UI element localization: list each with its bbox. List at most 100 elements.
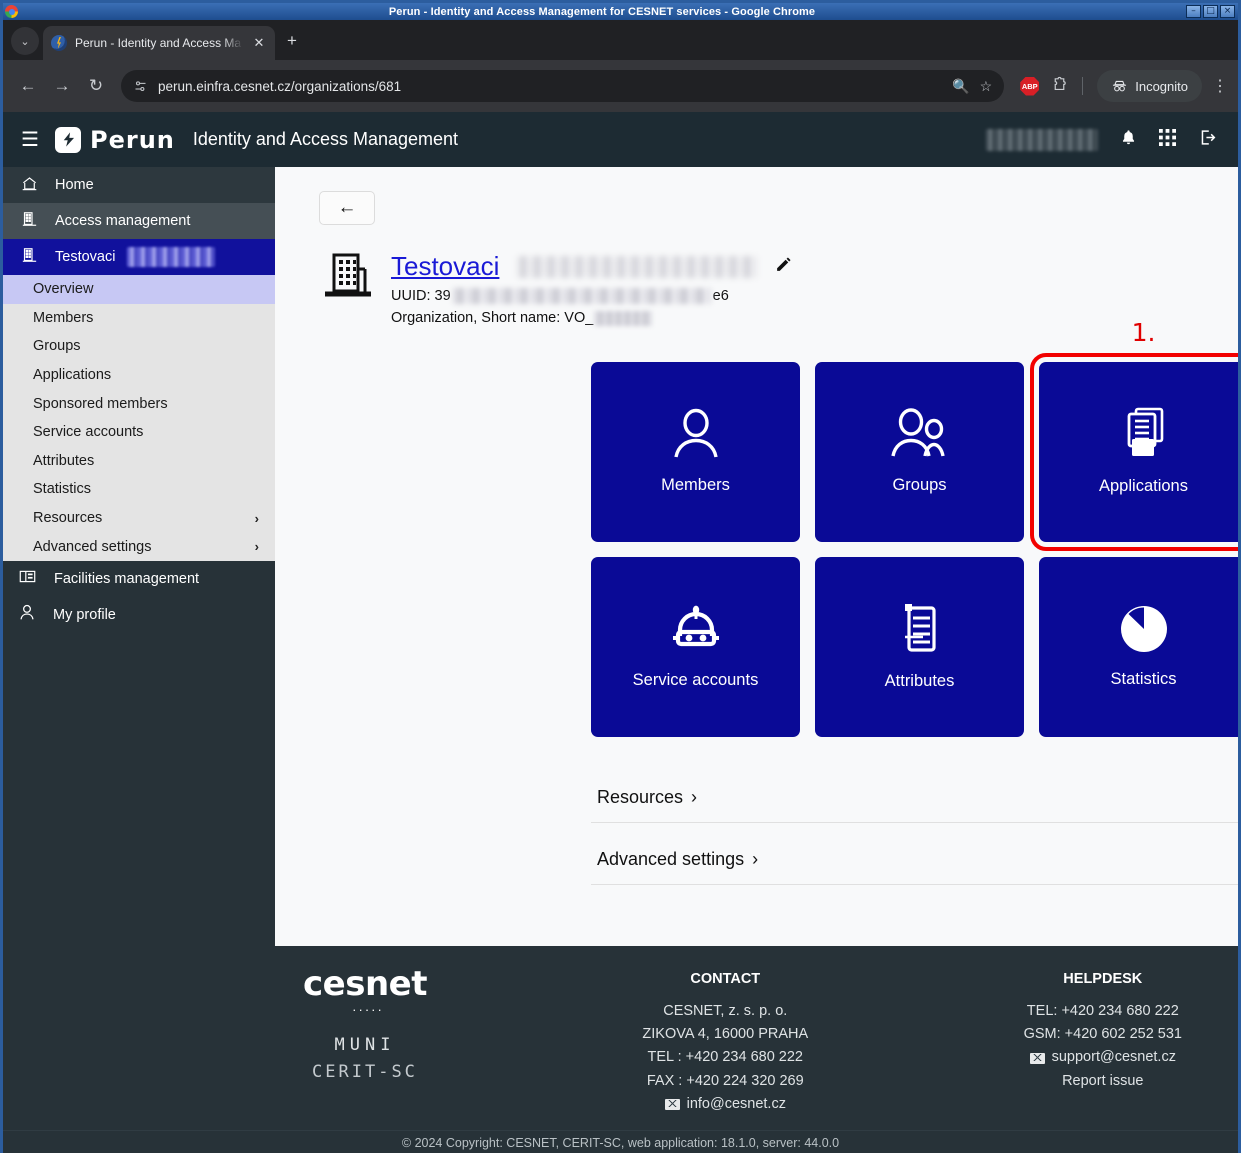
sidebar-label-service-accounts: Service accounts: [33, 424, 144, 441]
app-subtitle: Identity and Access Management: [192, 129, 459, 149]
envelope-icon: [664, 1098, 680, 1110]
expander-sections: Resources › Advanced settings ›: [591, 777, 1238, 885]
chrome-logo-icon: [5, 5, 18, 18]
address-bar[interactable]: perun.einfra.cesnet.cz/organizations/681…: [121, 70, 1005, 102]
back-icon[interactable]: ←: [13, 71, 43, 101]
sidebar-item-advanced-settings[interactable]: Advanced settings ›: [3, 532, 275, 561]
expander-label-resources: Resources: [597, 787, 684, 807]
sidebar-label-sponsored-members: Sponsored members: [33, 395, 168, 412]
back-button[interactable]: ←: [319, 191, 375, 225]
tab-close-icon[interactable]: ✕: [251, 35, 267, 51]
tab-search-icon[interactable]: ⌄: [11, 27, 39, 55]
sidebar-item-groups[interactable]: Groups: [3, 332, 275, 361]
perun-favicon-icon: [51, 35, 67, 51]
chevron-right-icon: ›: [254, 510, 259, 526]
home-icon: [19, 176, 39, 195]
organization-building-icon: [323, 249, 373, 301]
app-body: Home Access management Testovaci Overvie…: [3, 167, 1238, 946]
browser-tab[interactable]: Perun - Identity and Access Ma ✕: [43, 26, 275, 60]
new-tab-button[interactable]: +: [287, 31, 297, 51]
footer-contact-title: CONTACT: [690, 970, 761, 987]
expander-resources[interactable]: Resources ›: [591, 777, 1238, 823]
close-button[interactable]: ×: [1220, 5, 1235, 18]
browser-toolbar: ← → ↻ perun.einfra.cesnet.cz/organizatio…: [3, 60, 1238, 112]
vo-org-prefix: Organization, Short name: VO_: [391, 310, 594, 326]
sidebar-label-my-profile: My profile: [53, 606, 116, 623]
bookmark-star-icon[interactable]: ☆: [980, 78, 993, 95]
minimize-button[interactable]: –: [1186, 5, 1201, 18]
sidebar-filler: [3, 632, 275, 946]
browser-window: Perun - Identity and Access Management f…: [0, 0, 1241, 1153]
vo-org-line: Organization, Short name: VO_: [391, 310, 792, 326]
sidebar-item-overview[interactable]: Overview: [3, 275, 275, 304]
list-icon: [904, 604, 936, 652]
adblock-plus-icon[interactable]: ABP: [1020, 76, 1040, 96]
sidebar-item-applications[interactable]: Applications: [3, 361, 275, 390]
footer-contact-line: FAX : +420 224 320 269: [646, 1072, 804, 1089]
site-settings-icon[interactable]: [133, 79, 148, 94]
vo-name-link[interactable]: Testovaci: [391, 251, 499, 282]
report-issue-link[interactable]: Report issue: [1024, 1070, 1182, 1093]
vo-uuid-prefix: UUID: 39: [391, 288, 451, 304]
sidebar-item-statistics[interactable]: Statistics: [3, 475, 275, 504]
forward-icon[interactable]: →: [47, 71, 77, 101]
notifications-bell-icon[interactable]: [1120, 128, 1137, 152]
footer-contact-email-row[interactable]: info@cesnet.cz: [642, 1093, 808, 1116]
reload-icon[interactable]: ↻: [81, 71, 111, 101]
pie-chart-icon: [1120, 606, 1167, 653]
tile-members[interactable]: Members: [591, 362, 800, 542]
logout-icon[interactable]: [1198, 128, 1218, 152]
sidebar-label-advanced-settings: Advanced settings: [33, 538, 152, 555]
sidebar-item-home[interactable]: Home: [3, 167, 275, 203]
maximize-button[interactable]: □: [1203, 5, 1218, 18]
sidebar-item-access-management[interactable]: Access management: [3, 203, 275, 239]
sidebar-item-my-profile[interactable]: My profile: [3, 597, 275, 633]
sidebar-item-sponsored-members[interactable]: Sponsored members: [3, 389, 275, 418]
sidebar-item-members[interactable]: Members: [3, 304, 275, 333]
sidebar-item-attributes[interactable]: Attributes: [3, 447, 275, 476]
sidebar-label-applications: Applications: [33, 367, 112, 384]
footer-columns: cesnet ····· MUNI CERIT-SC CONTACT CESNE…: [3, 967, 1238, 1116]
expander-advanced-settings[interactable]: Advanced settings ›: [591, 839, 1238, 885]
copyright-text: © 2024 Copyright: CESNET, CERIT-SC, web …: [3, 1130, 1238, 1150]
cerit-sc-logo: CERIT-SC: [312, 1062, 418, 1083]
vo-title-row: Testovaci: [391, 251, 792, 282]
extensions-puzzle-icon[interactable]: [1051, 76, 1068, 97]
sidebar-label-testovaci: Testovaci: [55, 249, 116, 265]
applications-icon: [1127, 407, 1163, 457]
tile-statistics[interactable]: Statistics: [1039, 557, 1238, 737]
sidebar-label-resources: Resources: [33, 510, 103, 527]
edit-pencil-icon[interactable]: [775, 256, 792, 278]
tile-attributes[interactable]: Attributes: [815, 557, 1024, 737]
window-title: Perun - Identity and Access Management f…: [388, 5, 816, 18]
footer-helpdesk-email-row[interactable]: support@cesnet.cz: [1024, 1046, 1182, 1069]
tile-applications[interactable]: 1. Applications: [1030, 318, 1238, 551]
hamburger-menu-icon[interactable]: ☰: [17, 127, 43, 152]
tile-service-accounts[interactable]: Service accounts: [591, 557, 800, 737]
window-title-bar: Perun - Identity and Access Management f…: [3, 3, 1238, 20]
search-icon[interactable]: 🔍: [952, 78, 969, 95]
tile-grid: Members Groups 1. Applications Service a…: [591, 318, 1238, 737]
incognito-indicator[interactable]: Incognito: [1097, 70, 1202, 102]
sidebar-item-resources[interactable]: Resources ›: [3, 504, 275, 533]
sidebar-vo-name-redacted: [127, 247, 216, 267]
vo-uuid-redacted: [452, 288, 711, 304]
people-icon: [890, 408, 945, 457]
muni-logo: MUNI: [334, 1034, 396, 1055]
expander-label-advanced-settings: Advanced settings: [597, 849, 745, 869]
sidebar-item-service-accounts[interactable]: Service accounts: [3, 418, 275, 447]
sidebar-label-home: Home: [55, 177, 94, 193]
tile-label-statistics: Statistics: [1110, 670, 1177, 689]
user-name-redacted: [986, 128, 1098, 151]
footer-contact-line: CESNET, z. s. p. o.: [663, 1003, 788, 1020]
perun-brand[interactable]: Perun: [55, 126, 175, 154]
incognito-label: Incognito: [1135, 78, 1188, 94]
perun-bolt-icon: [55, 126, 81, 153]
sidebar-item-testovaci[interactable]: Testovaci: [3, 239, 275, 275]
envelope-icon: [1029, 1052, 1045, 1064]
apps-grid-icon[interactable]: [1159, 128, 1176, 151]
browser-menu-icon[interactable]: ⋮: [1212, 76, 1228, 96]
footer-contact-line: ZIKOVA 4, 16000 PRAHA: [642, 1026, 809, 1043]
tile-groups[interactable]: Groups: [815, 362, 1024, 542]
sidebar-item-facilities-management[interactable]: Facilities management: [3, 561, 275, 597]
